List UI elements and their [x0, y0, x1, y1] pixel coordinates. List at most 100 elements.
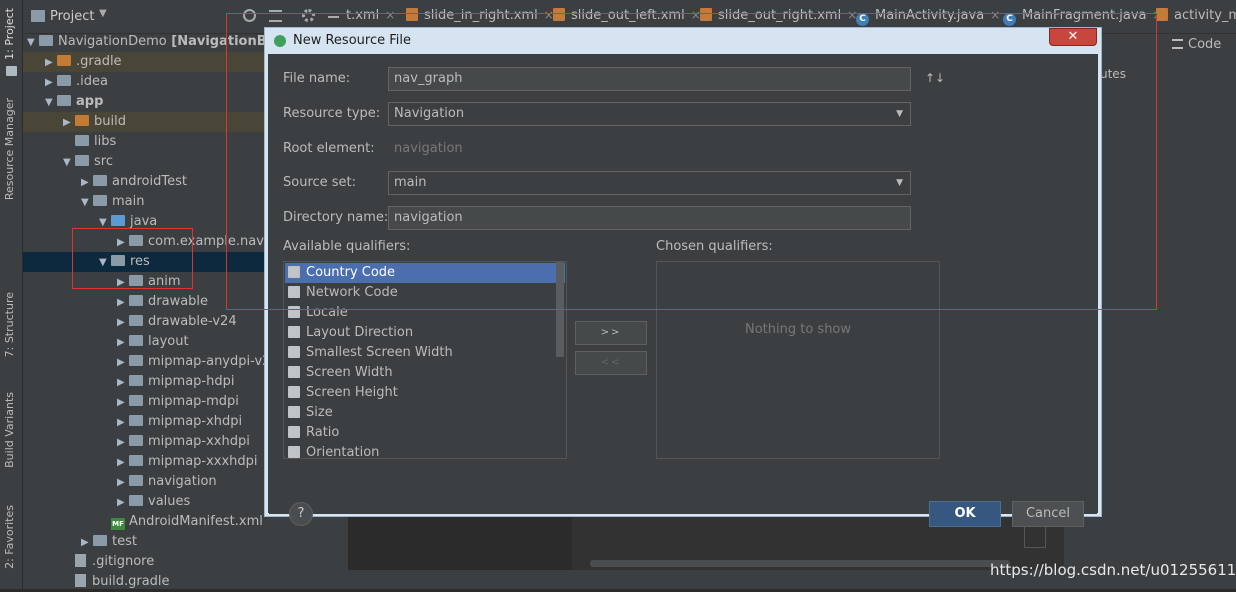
collapse-arrow-icon[interactable]: ▶	[117, 453, 129, 473]
collapse-arrow-icon[interactable]: ▶	[117, 333, 129, 353]
collapse-arrow-icon[interactable]: ▶	[81, 173, 93, 193]
code-view-icon[interactable]	[1172, 39, 1183, 49]
canvas-resize-icon[interactable]	[1024, 526, 1046, 548]
qualifier-item[interactable]: Layout Direction	[285, 323, 565, 343]
editor-tab[interactable]: slide_in_right.xml ×	[406, 8, 554, 23]
xml-file-icon	[553, 8, 565, 21]
tool-tab-1-project[interactable]: 1: Project	[3, 8, 16, 60]
ok-button[interactable]: OK	[929, 501, 1001, 527]
tree-item-label: .gitignore	[92, 554, 155, 569]
expand-arrow-icon[interactable]: ▼	[99, 213, 111, 233]
tree-item[interactable]: ▶ test	[23, 532, 348, 552]
editor-tab[interactable]: activity_m	[1156, 8, 1236, 23]
collapse-arrow-icon[interactable]: ▶	[63, 113, 75, 133]
qualifier-item[interactable]: Country Code	[285, 263, 565, 283]
source-set-select[interactable]: main ▼	[388, 171, 911, 195]
chevron-down-icon[interactable]: ▼	[99, 8, 107, 19]
smallest-width-icon	[288, 346, 300, 358]
collapse-arrow-icon[interactable]: ▶	[117, 493, 129, 513]
tree-item-label: res	[130, 254, 150, 269]
collapse-arrow-icon[interactable]: ▶	[117, 373, 129, 393]
root-element-value: navigation	[394, 141, 463, 156]
close-tab-icon[interactable]: ×	[990, 8, 1000, 22]
qualifier-item[interactable]: Ratio	[285, 423, 565, 443]
collapse-arrow-icon[interactable]: ▶	[117, 233, 129, 253]
folder-icon	[129, 315, 143, 326]
help-button[interactable]: ?	[289, 502, 313, 526]
collapse-arrow-icon[interactable]: ▶	[117, 433, 129, 453]
collapse-all-icon[interactable]	[269, 10, 282, 22]
collapse-arrow-icon[interactable]: ▶	[117, 353, 129, 373]
expand-arrow-icon[interactable]: ▼	[27, 33, 39, 53]
tree-item-label: mipmap-hdpi	[148, 374, 235, 389]
folder-icon	[129, 355, 143, 366]
folder-icon	[129, 415, 143, 426]
qualifier-item[interactable]: Orientation	[285, 443, 565, 458]
file-name-field[interactable]: nav_graph	[388, 67, 911, 91]
hide-panel-icon[interactable]	[328, 16, 339, 18]
add-qualifier-button[interactable]: >>	[575, 321, 647, 345]
editor-tab[interactable]: CMainFragment.java×	[1003, 8, 1163, 26]
collapse-arrow-icon[interactable]: ▶	[45, 73, 57, 93]
qualifier-item[interactable]: Locale	[285, 303, 565, 323]
collapse-arrow-icon[interactable]: ▶	[117, 313, 129, 333]
qualifier-item[interactable]: Size	[285, 403, 565, 423]
qualifier-item[interactable]: Smallest Screen Width	[285, 343, 565, 363]
horizontal-scrollbar[interactable]	[590, 560, 1010, 567]
collapse-arrow-icon[interactable]: ▶	[81, 533, 93, 553]
screen-height-icon	[288, 386, 300, 398]
tree-item[interactable]: build.gradle	[23, 572, 348, 592]
editor-tab-label: MainFragment.java	[1022, 8, 1147, 23]
folder-icon	[129, 295, 143, 306]
editor-tab[interactable]: C MainActivity.java ×	[856, 8, 1000, 26]
folder-icon	[129, 275, 143, 286]
editor-tab[interactable]: slide_out_right.xml ×	[700, 8, 857, 23]
expand-arrow-icon[interactable]: ▼	[45, 93, 57, 113]
collapse-arrow-icon[interactable]: ▶	[117, 413, 129, 433]
close-button[interactable]: ✕	[1049, 28, 1097, 46]
qualifier-item[interactable]: Network Code	[285, 283, 565, 303]
project-view-selector[interactable]: Project	[50, 9, 94, 24]
qualifier-label: Screen Height	[306, 385, 398, 400]
size-icon	[288, 406, 300, 418]
tree-item[interactable]: .gitignore	[23, 552, 348, 572]
qualifier-item[interactable]: Screen Height	[285, 383, 565, 403]
expand-arrow-icon[interactable]: ▼	[63, 153, 75, 173]
available-qualifiers-list[interactable]: Country Code Network Code Locale Layout Dir…	[283, 261, 567, 459]
collapse-arrow-icon[interactable]: ▶	[117, 273, 129, 293]
tool-tab-build-variants[interactable]: Build Variants	[3, 392, 16, 468]
locate-file-icon[interactable]	[243, 9, 256, 22]
folder-icon	[129, 475, 143, 486]
folder-icon	[57, 55, 71, 66]
source-set-value: main	[394, 175, 427, 190]
editor-tab[interactable]: slide_out_left.xml ×	[553, 8, 701, 23]
expand-arrow-icon[interactable]: ▼	[81, 193, 93, 213]
tree-item-label: drawable	[148, 294, 209, 309]
collapse-arrow-icon[interactable]: ▶	[117, 393, 129, 413]
qualifier-list-scrollbar[interactable]	[556, 262, 564, 357]
remove-qualifier-button[interactable]: <<	[575, 351, 647, 375]
expand-arrow-icon[interactable]: ▼	[99, 253, 111, 273]
editor-tab[interactable]: t.xml ×	[346, 8, 395, 23]
collapse-arrow-icon[interactable]: ▶	[117, 473, 129, 493]
cancel-button[interactable]: Cancel	[1012, 501, 1084, 527]
folder-icon	[129, 335, 143, 346]
qualifier-item[interactable]: Screen Width	[285, 363, 565, 383]
sort-icon[interactable]: ↑↓	[925, 71, 945, 85]
gear-icon[interactable]	[302, 9, 315, 22]
layout-direction-icon	[288, 326, 300, 338]
tool-tab-resource-manager[interactable]: Resource Manager	[3, 98, 16, 200]
close-tab-icon[interactable]: ×	[385, 8, 395, 22]
editor-tab-label: activity_m	[1174, 8, 1236, 23]
tool-tab-2-favorites[interactable]: 2: Favorites	[3, 505, 16, 569]
directory-name-field[interactable]: navigation	[388, 206, 911, 230]
dialog-title: New Resource File	[293, 33, 411, 48]
collapse-arrow-icon[interactable]: ▶	[45, 53, 57, 73]
editor-tab-label: slide_out_left.xml	[571, 8, 685, 23]
resource-type-select[interactable]: Navigation ▼	[388, 102, 911, 126]
country-code-icon	[288, 266, 300, 278]
collapse-arrow-icon[interactable]: ▶	[117, 293, 129, 313]
chosen-qualifiers-list[interactable]: Nothing to show	[656, 261, 940, 459]
tool-tab-7-structure[interactable]: 7: Structure	[3, 292, 16, 357]
code-view-button[interactable]: Code	[1188, 37, 1221, 52]
